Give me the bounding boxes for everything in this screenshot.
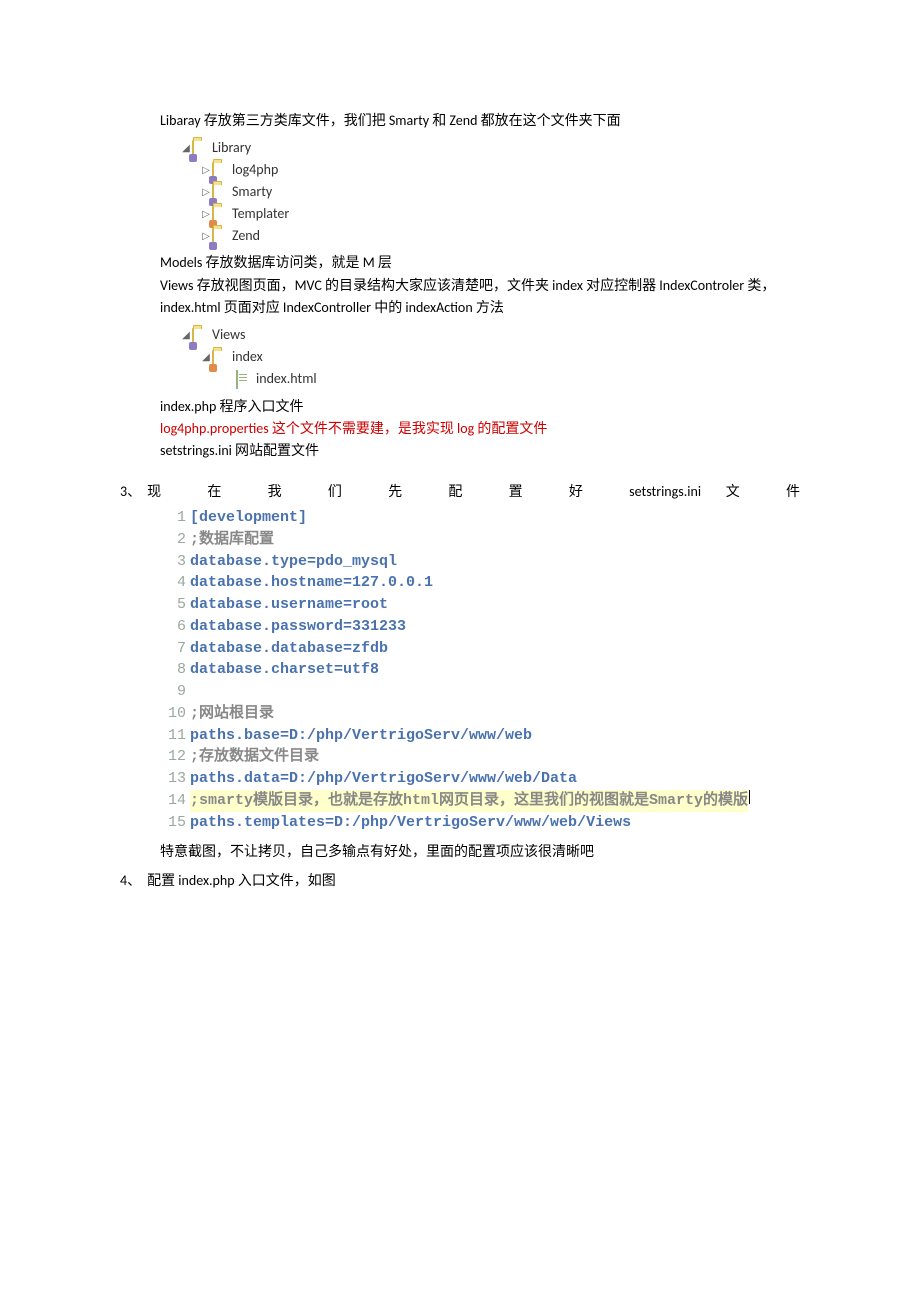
folder-php-icon <box>212 205 230 221</box>
code-text: ;数据库配置 <box>190 529 274 551</box>
folder-php-icon <box>192 327 210 343</box>
code-text: paths.templates=D:/php/VertrigoServ/www/… <box>190 812 631 834</box>
code-text: database.hostname=127.0.0.1 <box>190 572 433 594</box>
paragraph-log4php: log4php.properties 这个文件不需要建，是我实现 log 的配置… <box>120 418 800 440</box>
folder-php-icon <box>212 183 230 199</box>
line-number: 9 <box>160 681 186 703</box>
code-line: 6database.password=331233 <box>160 616 800 638</box>
code-line: 2;数据库配置 <box>160 529 800 551</box>
paragraph-indexphp: index.php 程序入口文件 <box>120 396 800 418</box>
expand-right-icon: ▷ <box>200 207 212 220</box>
tree-node-label: index <box>232 348 263 365</box>
expand-right-icon: ▷ <box>200 185 212 198</box>
tree-node-label: log4php <box>232 161 278 178</box>
expand-down-icon: ◢ <box>200 350 212 363</box>
code-line: 1[development] <box>160 507 800 529</box>
line-number: 8 <box>160 659 186 681</box>
item3-note: 特意截图，不让拷贝，自己多输点有好处，里面的配置项应该很清晰吧 <box>120 841 800 863</box>
tree-library: ◢ Library ▷ log4php ▷ Smarty ▷ Templater… <box>120 136 800 246</box>
text-cursor-icon <box>748 790 750 804</box>
tree-views: ◢ Views ◢ index index.html <box>120 324 800 390</box>
code-line: 7database.database=zfdb <box>160 638 800 660</box>
line-number: 4 <box>160 572 186 594</box>
code-text: database.username=root <box>190 594 388 616</box>
code-text: ;smarty模版目录，也就是存放html网页目录，这里我们的视图就是Smart… <box>190 790 748 812</box>
code-block-setstrings: 1[development]2;数据库配置3database.type=pdo_… <box>120 507 800 833</box>
folder-php-icon <box>192 139 210 155</box>
code-text: database.database=zfdb <box>190 638 388 660</box>
tree-node-label: Templater <box>232 205 289 222</box>
code-text: paths.data=D:/php/VertrigoServ/www/web/D… <box>190 768 577 790</box>
line-number: 12 <box>160 746 186 768</box>
code-line: 11paths.base=D:/php/VertrigoServ/www/web <box>160 725 800 747</box>
item3-header: 现 在 我 们 先 配 置 好 setstrings.ini 文 件 <box>147 481 800 503</box>
code-text: database.type=pdo_mysql <box>190 551 397 573</box>
item4-text: 配置 index.php 入口文件，如图 <box>147 870 336 892</box>
line-number: 5 <box>160 594 186 616</box>
line-number: 11 <box>160 725 186 747</box>
document-page: Libaray 存放第三方类库文件，我们把 Smarty 和 Zend 都放在这… <box>0 0 920 932</box>
line-number: 3 <box>160 551 186 573</box>
line-number: 7 <box>160 638 186 660</box>
code-text: [development] <box>190 507 307 529</box>
code-text: ;存放数据文件目录 <box>190 746 319 768</box>
expand-right-icon: ▷ <box>200 229 212 242</box>
line-number: 1 <box>160 507 186 529</box>
code-text: database.charset=utf8 <box>190 659 379 681</box>
code-text: database.password=331233 <box>190 616 406 638</box>
expand-down-icon: ◢ <box>180 328 192 341</box>
line-number: 6 <box>160 616 186 638</box>
code-line: 8database.charset=utf8 <box>160 659 800 681</box>
tree-node-label: index.html <box>256 370 317 387</box>
folder-php-icon <box>212 227 230 243</box>
list-item-3: 3、 现 在 我 们 先 配 置 好 setstrings.ini 文 件 <box>120 481 800 503</box>
tree-node-label: Views <box>212 326 245 343</box>
paragraph-views: Views 存放视图页面，MVC 的目录结构大家应该清楚吧，文件夹 index … <box>120 275 800 320</box>
code-text: paths.base=D:/php/VertrigoServ/www/web <box>190 725 532 747</box>
code-line: 5database.username=root <box>160 594 800 616</box>
code-line: 9 <box>160 681 800 703</box>
expand-down-icon: ◢ <box>180 141 192 154</box>
code-text: ;网站根目录 <box>190 703 274 725</box>
paragraph-setstrings: setstrings.ini 网站配置文件 <box>120 440 800 462</box>
tree-node-label: Zend <box>232 227 260 244</box>
tree-node-label: Library <box>212 139 251 156</box>
file-icon <box>236 371 254 387</box>
folder-php-icon <box>212 349 230 365</box>
code-line: 10;网站根目录 <box>160 703 800 725</box>
code-line: 14;smarty模版目录，也就是存放html网页目录，这里我们的视图就是Sma… <box>160 790 800 812</box>
paragraph-library: Libaray 存放第三方类库文件，我们把 Smarty 和 Zend 都放在这… <box>120 110 800 132</box>
code-line: 12;存放数据文件目录 <box>160 746 800 768</box>
line-number: 10 <box>160 703 186 725</box>
folder-php-icon <box>212 161 230 177</box>
code-line: 4database.hostname=127.0.0.1 <box>160 572 800 594</box>
code-line: 13paths.data=D:/php/VertrigoServ/www/web… <box>160 768 800 790</box>
line-number: 2 <box>160 529 186 551</box>
paragraph-models: Models 存放数据库访问类，就是 M 层 <box>120 252 800 274</box>
code-line: 15paths.templates=D:/php/VertrigoServ/ww… <box>160 812 800 834</box>
list-item-4: 4、 配置 index.php 入口文件，如图 <box>120 870 800 892</box>
line-number: 13 <box>160 768 186 790</box>
tree-node-label: Smarty <box>232 183 272 200</box>
list-number: 3、 <box>120 481 141 501</box>
list-number: 4、 <box>120 870 141 890</box>
code-line: 3database.type=pdo_mysql <box>160 551 800 573</box>
line-number: 14 <box>160 790 186 812</box>
expand-right-icon: ▷ <box>200 163 212 176</box>
line-number: 15 <box>160 812 186 834</box>
